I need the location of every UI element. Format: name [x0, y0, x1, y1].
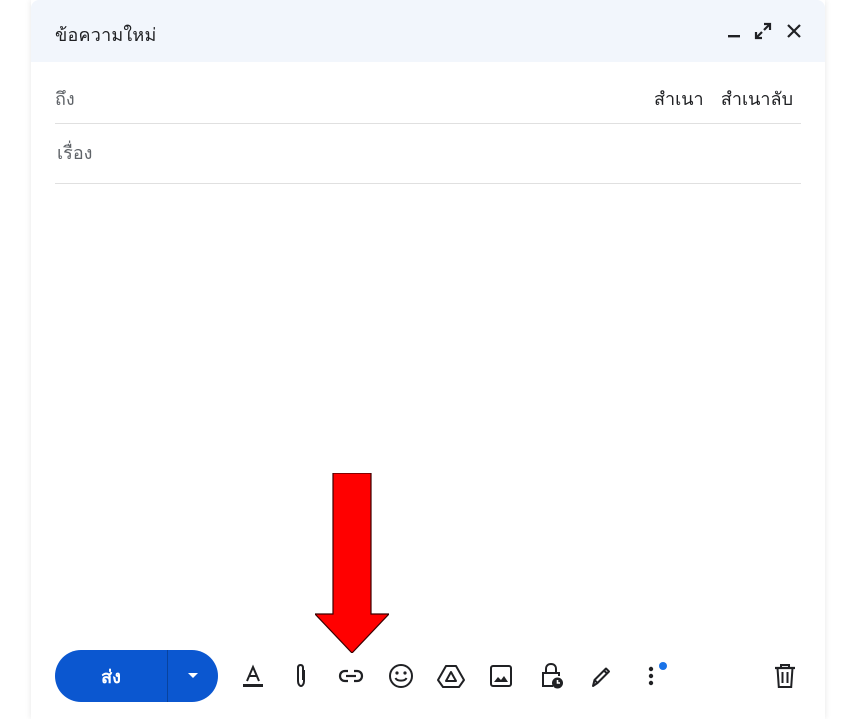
more-options-button[interactable]: [635, 660, 667, 692]
minimize-button[interactable]: [723, 20, 745, 42]
insert-drive-file-button[interactable]: [435, 660, 467, 692]
cc-link[interactable]: สำเนา: [654, 89, 704, 110]
link-icon: [338, 669, 364, 683]
close-button[interactable]: [783, 20, 805, 42]
trash-icon: [775, 664, 795, 688]
signature-pen-icon: [592, 667, 610, 687]
to-label: ถึง: [55, 89, 75, 110]
image-icon: [490, 665, 512, 687]
compose-toolbar: ส่ง: [31, 648, 825, 704]
bcc-link[interactable]: สำเนาลับ: [721, 89, 793, 110]
subject-row: [55, 123, 801, 184]
close-icon: [787, 24, 801, 38]
confidential-mode-button[interactable]: [535, 660, 567, 692]
drive-icon: [437, 665, 465, 688]
formatting-options-button[interactable]: [237, 660, 269, 692]
schedule-send-dropdown[interactable]: [168, 650, 218, 702]
compose-header[interactable]: ข้อความใหม่: [31, 0, 825, 62]
subject-input[interactable]: [55, 137, 799, 169]
text-format-icon: [243, 664, 263, 687]
send-button[interactable]: ส่ง: [55, 650, 167, 702]
notification-dot: [659, 662, 667, 670]
red-arrow-annotation: [315, 473, 389, 653]
compose-window: ข้อความใหม่ ถึง สำเนา สำเนาลับ เรื่อง ส่…: [31, 0, 825, 719]
expand-icon: [754, 22, 772, 40]
cc-bcc-gap: [709, 89, 715, 110]
chevron-down-icon: [188, 673, 198, 678]
insert-photo-button[interactable]: [485, 660, 517, 692]
insert-signature-button[interactable]: [585, 660, 617, 692]
insert-link-button[interactable]: [335, 660, 367, 692]
insert-emoji-button[interactable]: [385, 660, 417, 692]
discard-draft-button[interactable]: [769, 660, 801, 692]
to-input[interactable]: [115, 77, 639, 109]
emoji-icon: [389, 664, 413, 688]
message-body[interactable]: [55, 186, 801, 626]
page: ข้อความใหม่ ถึง สำเนา สำเนาลับ เรื่อง ส่…: [0, 0, 865, 719]
attach-icon: [297, 663, 305, 688]
expand-button[interactable]: [752, 20, 774, 42]
confidential-lock-icon: [542, 662, 563, 689]
send-button-group: ส่ง: [55, 650, 218, 702]
to-row: ถึง สำเนา สำเนาลับ: [55, 63, 801, 124]
cc-bcc-links: สำเนา สำเนาลับ: [654, 84, 793, 113]
compose-title: ข้อความใหม่: [55, 25, 157, 46]
minimize-icon: [728, 35, 740, 38]
attach-files-button[interactable]: [285, 660, 317, 692]
